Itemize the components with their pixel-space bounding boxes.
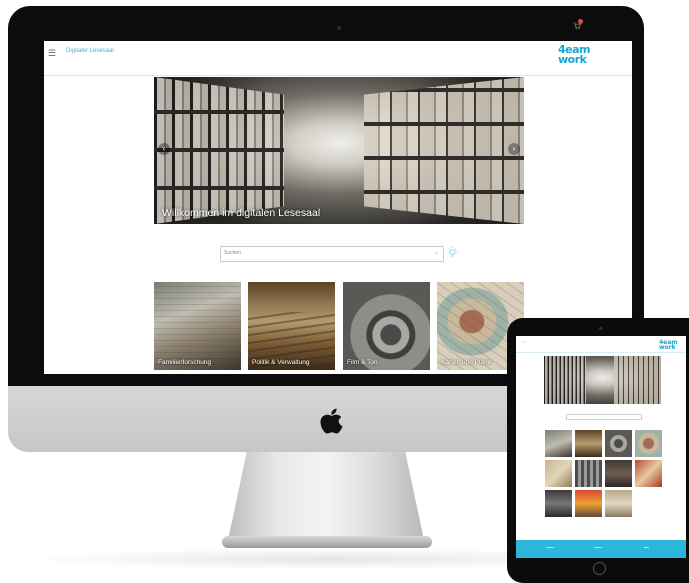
imac-stand [228,448,424,540]
top-bar: ☰ Digitaler Lesesaal 4eam work [44,41,632,76]
ipad-home-button[interactable] [593,562,606,575]
ipad-camera [599,327,602,330]
tablet-footer: ▬▬▬ ▬▬▬ ▬▬ [516,540,686,558]
tablet-tile[interactable] [545,490,572,517]
app-title[interactable]: Digitaler Lesesaal [66,48,114,54]
hero-caption: Willkommen im digitalen Lesesaal [162,207,321,219]
category-tile-politik-verwaltung[interactable]: Politik & Verwaltung [248,282,335,370]
shelf-left-rails [154,77,284,224]
tablet-hero[interactable] [544,356,661,404]
tablet-footer-link[interactable]: ▬▬▬ [594,546,602,549]
chevron-down-icon[interactable]: ⌄ [434,249,439,256]
imac-stand-base [222,536,432,548]
tablet-tile[interactable] [635,460,662,487]
hero-carousel[interactable]: ‹ › Willkommen im digitalen Lesesaal [154,77,524,224]
tablet-shelf-right [614,356,661,404]
tablet-tile[interactable] [575,460,602,487]
tablet-tile[interactable] [635,430,662,457]
tablet-tile[interactable] [545,460,572,487]
tablet-menu-icon[interactable]: ≡ [523,340,525,344]
team-work-logo[interactable]: 4eam work [558,44,598,66]
category-tile-familienforschung[interactable]: Familienforschung [154,282,241,370]
cart-badge [578,19,583,24]
tablet-logo[interactable]: 4eam work [659,340,681,351]
logo-line2: work [558,53,587,66]
tablet-logo-line2: work [659,344,676,351]
tablet-shelf-left [544,356,586,404]
tablet-top-bar: ≡ 4eam work [516,336,686,353]
search-placeholder: Suchen [224,250,241,256]
tablet-footer-link[interactable]: ▬▬▬ [546,546,554,549]
tablet-search-input[interactable] [566,414,642,420]
tablet-screen: ≡ 4eam work ▬▬▬ ▬▬▬ ▬▬ [516,336,686,558]
tablet-tile[interactable] [605,430,632,457]
tablet-tile[interactable] [575,430,602,457]
shelf-right-rails [364,77,524,224]
tablet-tile[interactable] [545,430,572,457]
tile-label: Karten und Pläne [441,359,492,366]
camera [337,26,341,30]
category-tile-film-ton[interactable]: Film & Ton [343,282,430,370]
apple-logo [320,408,343,434]
tile-label: Familienforschung [158,359,212,366]
chevron-right-icon[interactable]: › [508,143,520,155]
lightbulb-icon[interactable] [446,246,459,260]
tablet-tile[interactable] [605,460,632,487]
tablet-tile[interactable] [575,490,602,517]
tablet-footer-link[interactable]: ▬▬ [644,546,649,549]
tile-image [154,282,241,370]
tablet-tile[interactable] [605,490,632,517]
search-input[interactable]: Suchen ⌄ [220,246,444,262]
tile-label: Politik & Verwaltung [252,359,310,366]
menu-icon[interactable]: ☰ [48,48,56,59]
chevron-left-icon[interactable]: ‹ [158,143,170,155]
tile-label: Film & Ton [347,359,378,366]
